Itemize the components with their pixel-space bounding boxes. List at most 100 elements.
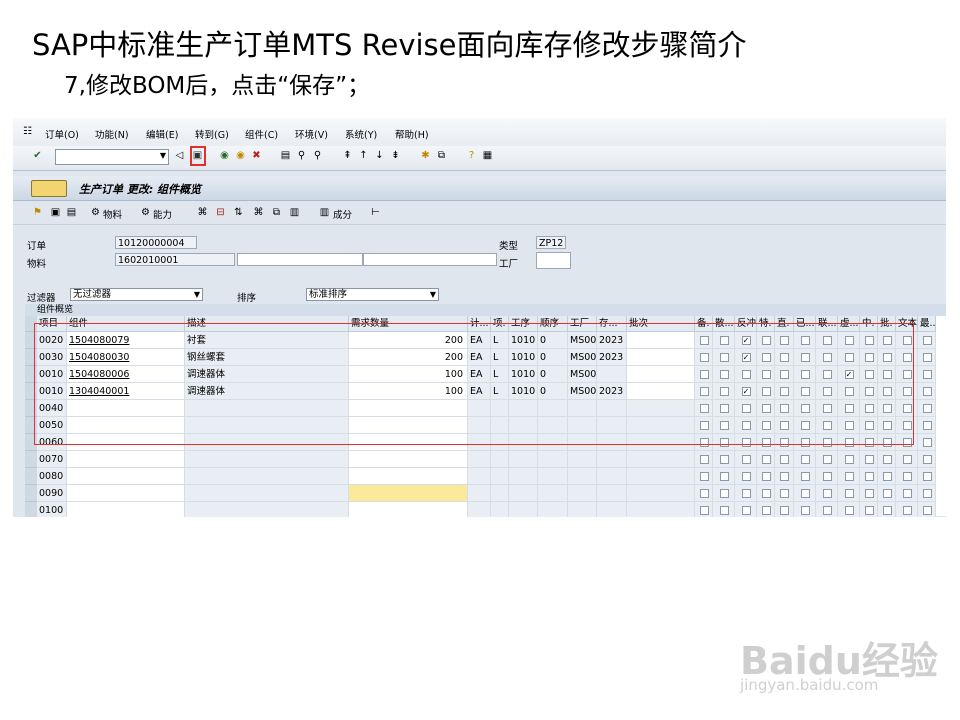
- table-cell[interactable]: [509, 485, 538, 502]
- command-field[interactable]: ▼: [55, 149, 169, 165]
- checkbox[interactable]: [882, 506, 892, 515]
- table-cell[interactable]: [349, 451, 468, 468]
- back-arrow-icon[interactable]: ◁: [173, 149, 186, 162]
- row-selector[interactable]: [25, 485, 37, 502]
- checkbox[interactable]: [761, 472, 771, 481]
- checkbox[interactable]: [922, 438, 932, 447]
- find-next-icon[interactable]: ⚲: [311, 149, 324, 162]
- find-icon[interactable]: ⚲: [295, 149, 308, 162]
- table-cell[interactable]: [597, 502, 627, 517]
- checkbox[interactable]: [780, 506, 789, 515]
- checkbox[interactable]: [922, 353, 932, 362]
- material-icon[interactable]: ⚙: [89, 206, 102, 219]
- checkbox[interactable]: [780, 489, 789, 498]
- print-icon[interactable]: ▤: [279, 149, 292, 162]
- back-icon[interactable]: ◉: [218, 149, 231, 162]
- shortcut-icon[interactable]: ⧉: [435, 149, 448, 162]
- table-cell[interactable]: [568, 485, 597, 502]
- capacity-button[interactable]: 能力: [153, 207, 172, 221]
- table-cell[interactable]: [538, 502, 568, 517]
- table-cell[interactable]: [468, 468, 491, 485]
- checkbox[interactable]: [741, 472, 751, 481]
- paste-icon[interactable]: ▥: [288, 206, 301, 219]
- hierarchy-icon[interactable]: ⌘: [196, 206, 209, 219]
- menu-goto[interactable]: 转到(G): [195, 127, 229, 141]
- checkbox[interactable]: [864, 489, 874, 498]
- layout-icon[interactable]: ▦: [481, 149, 494, 162]
- new-session-icon[interactable]: ✱: [419, 149, 432, 162]
- checkbox[interactable]: [719, 506, 729, 515]
- checkbox[interactable]: [699, 489, 709, 498]
- table-cell[interactable]: [491, 485, 509, 502]
- enter-icon[interactable]: ✔: [31, 149, 44, 162]
- table-cell[interactable]: [349, 468, 468, 485]
- checkbox[interactable]: [922, 421, 932, 430]
- sort-icon[interactable]: ⇅: [232, 206, 245, 219]
- row-selector[interactable]: [25, 451, 37, 468]
- menu-order[interactable]: 订单(O): [45, 127, 79, 141]
- checkbox[interactable]: [864, 455, 874, 464]
- checkbox[interactable]: [719, 489, 729, 498]
- row-selector[interactable]: [25, 502, 37, 517]
- checkbox[interactable]: [741, 506, 751, 515]
- sort-select[interactable]: 标准排序 ▼: [306, 288, 439, 301]
- tree-icon[interactable]: ⊢: [369, 206, 382, 219]
- table-cell[interactable]: [509, 502, 538, 517]
- checkbox[interactable]: [922, 370, 932, 379]
- column-header[interactable]: 最...: [918, 316, 936, 332]
- capacity-icon[interactable]: ⚙: [139, 206, 152, 219]
- checkbox[interactable]: [902, 472, 912, 481]
- checkbox[interactable]: [761, 455, 771, 464]
- checkbox[interactable]: [780, 455, 789, 464]
- flag-icon[interactable]: ⚑: [31, 206, 44, 219]
- table-cell[interactable]: [491, 451, 509, 468]
- next-page-icon[interactable]: ↓: [373, 149, 386, 162]
- table-cell[interactable]: [597, 485, 627, 502]
- first-page-icon[interactable]: ⇞: [341, 149, 354, 162]
- checkbox[interactable]: [822, 472, 832, 481]
- table-cell[interactable]: [349, 502, 468, 517]
- table-cell[interactable]: [627, 468, 695, 485]
- material-button[interactable]: 物料: [103, 207, 122, 221]
- checkbox[interactable]: [822, 455, 832, 464]
- checkbox[interactable]: [719, 455, 729, 464]
- checkbox[interactable]: [922, 404, 932, 413]
- table-cell[interactable]: [67, 451, 185, 468]
- table-cell[interactable]: [468, 451, 491, 468]
- delete-icon[interactable]: ⊟: [214, 206, 227, 219]
- checkbox[interactable]: [800, 489, 810, 498]
- checkbox[interactable]: [922, 489, 932, 498]
- table-cell[interactable]: [491, 502, 509, 517]
- copy-icon[interactable]: ⧉: [270, 206, 283, 219]
- checkbox[interactable]: [699, 506, 709, 515]
- table-cell[interactable]: [568, 502, 597, 517]
- table-cell[interactable]: [568, 468, 597, 485]
- menu-component[interactable]: 组件(C): [245, 127, 278, 141]
- table-cell[interactable]: [67, 468, 185, 485]
- checkbox[interactable]: [922, 336, 932, 345]
- help-icon[interactable]: ?: [465, 149, 478, 162]
- table-cell[interactable]: [627, 451, 695, 468]
- menu-system[interactable]: 系统(Y): [345, 127, 377, 141]
- checkbox[interactable]: [922, 506, 932, 515]
- table-cell[interactable]: [627, 502, 695, 517]
- checkbox[interactable]: [844, 506, 854, 515]
- save-icon[interactable]: ▣: [191, 149, 204, 162]
- filter-select[interactable]: 无过滤器 ▼: [70, 288, 203, 301]
- checkbox[interactable]: [922, 472, 932, 481]
- component-button[interactable]: 成分: [333, 207, 352, 221]
- checkbox[interactable]: [719, 472, 729, 481]
- checkbox[interactable]: [844, 455, 854, 464]
- checkbox[interactable]: [822, 489, 832, 498]
- list-icon[interactable]: ▤: [65, 206, 78, 219]
- table-cell[interactable]: [468, 502, 491, 517]
- checkbox[interactable]: [844, 472, 854, 481]
- checkbox[interactable]: [800, 472, 810, 481]
- checkbox[interactable]: [882, 455, 892, 464]
- checkbox[interactable]: [780, 472, 789, 481]
- checkbox[interactable]: [864, 472, 874, 481]
- checkbox[interactable]: [902, 455, 912, 464]
- checkbox[interactable]: [922, 455, 932, 464]
- menu-icon[interactable]: ☷: [21, 125, 34, 138]
- prev-page-icon[interactable]: ↑: [357, 149, 370, 162]
